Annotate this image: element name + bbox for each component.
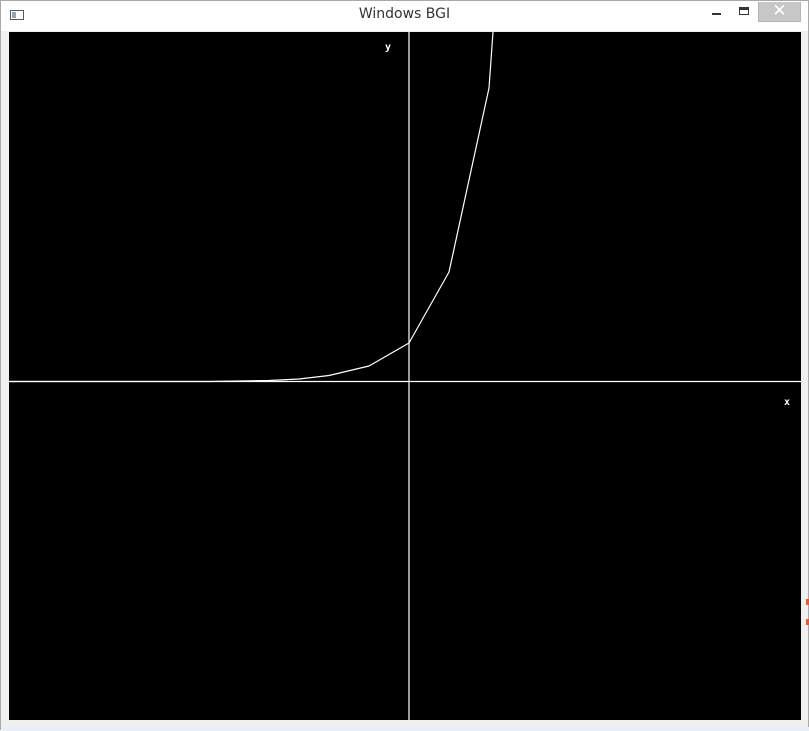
y-axis-label: y bbox=[385, 42, 391, 53]
taskbar-strip bbox=[1, 727, 809, 731]
plot-svg: y x bbox=[9, 32, 801, 720]
x-axis-label: x bbox=[784, 397, 790, 408]
maximize-button[interactable] bbox=[731, 2, 757, 22]
minimize-icon bbox=[712, 13, 721, 15]
maximize-icon bbox=[739, 7, 749, 15]
window-title: Windows BGI bbox=[358, 6, 451, 22]
graphics-canvas: y x bbox=[9, 32, 801, 720]
minimize-button[interactable] bbox=[703, 2, 729, 22]
exponential-curve bbox=[9, 32, 494, 383]
close-icon: ✕ bbox=[772, 1, 787, 21]
close-button[interactable]: ✕ bbox=[758, 1, 801, 22]
bgi-window: Windows BGI ✕ y x bbox=[0, 0, 809, 731]
title-bar[interactable]: Windows BGI ✕ bbox=[1, 1, 808, 31]
